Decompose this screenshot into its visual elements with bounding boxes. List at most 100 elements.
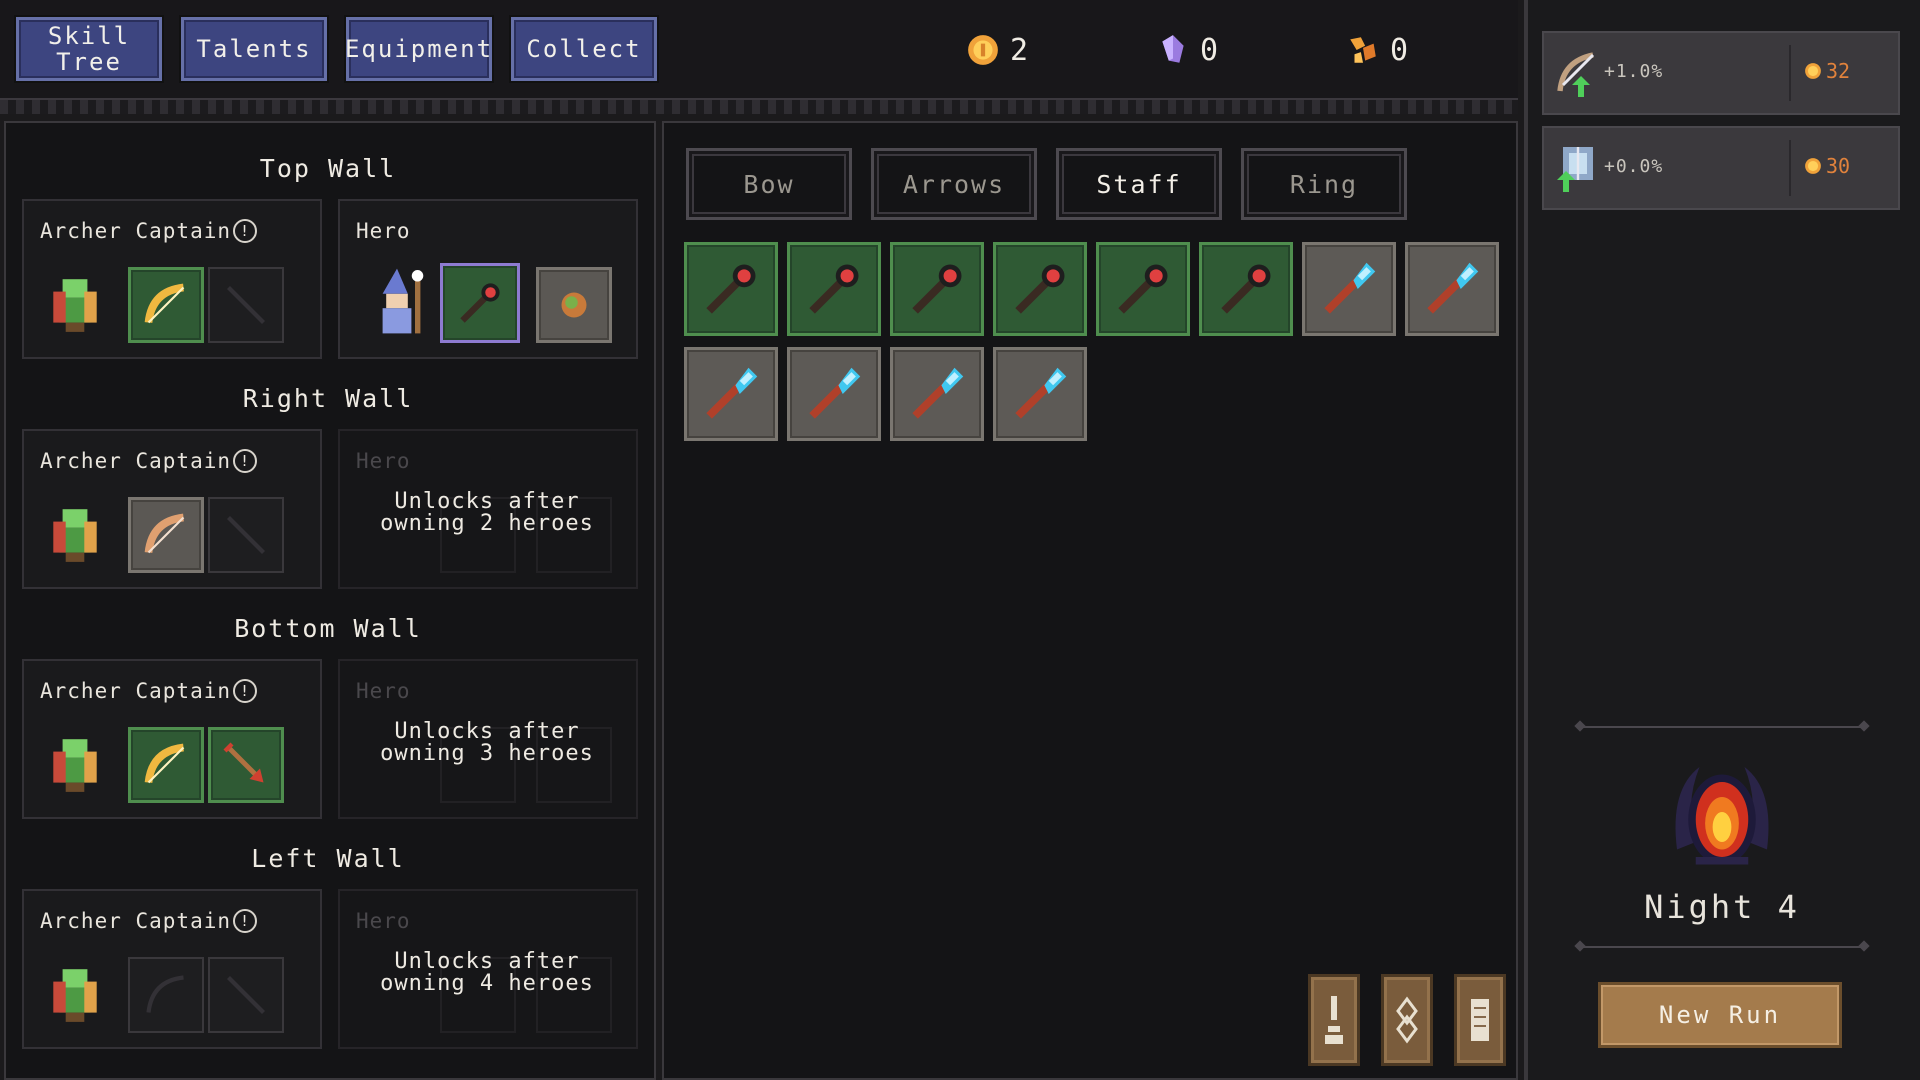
wall-title-top: Top Wall [259,154,397,183]
upgrade-defense-cost[interactable]: 30 [1804,154,1850,178]
upgrade-divider [1789,140,1791,196]
archer-captain-label: Archer Captain [40,449,232,473]
left-wall-bow-slot[interactable] [128,957,204,1033]
top-wall-hero-staff-slot[interactable] [440,263,520,343]
red-gem-staff-icon [1118,264,1168,314]
red-gem-staff-icon [460,283,500,323]
alert-tool-button[interactable] [1308,974,1360,1066]
hero-label: Hero [356,219,411,243]
wizard-hero-portrait[interactable] [368,265,426,337]
inventory-item[interactable] [1096,242,1190,336]
new-run-button[interactable]: New Run [1598,982,1842,1048]
category-tab-staff[interactable]: Staff [1056,148,1222,220]
archer-captain-label: Archer Captain [40,219,232,243]
golden-bow-icon [144,283,185,324]
upgrade-attack-cost-value: 32 [1826,59,1851,83]
ring-icon [561,292,587,318]
orange-shard-icon [1350,37,1376,63]
upgrade-divider [1789,45,1791,101]
new-run-label: New Run [1658,1001,1782,1029]
bottom-wall-bow-slot[interactable] [128,727,204,803]
wall-title-bottom: Bottom Wall [234,614,422,643]
info-icon[interactable]: ! [233,679,258,703]
bottom-wall-archer-box: Archer Captain! [22,659,322,819]
hero-label: Hero [356,909,411,933]
gold-coin-icon [1805,63,1821,79]
info-icon[interactable]: ! [233,909,258,933]
inventory-item[interactable] [787,347,881,441]
purple-crystal-icon [1162,35,1184,63]
category-tab-ring-label: Ring [1289,169,1359,199]
tab-talents[interactable]: Talents [181,17,327,81]
inventory-item[interactable] [1405,242,1499,336]
currency-gold-value: 2 [1010,32,1029,68]
diamond-tool-button[interactable] [1381,974,1433,1066]
red-arrow-icon [223,742,264,783]
category-tab-bow-label: Bow [743,169,795,199]
unlock-message: Unlocks after owning 2 heroes [380,489,594,536]
scroll-tool-button[interactable] [1454,974,1506,1066]
top-bar-border [0,98,1518,114]
inventory-item[interactable] [787,242,881,336]
info-icon[interactable]: ! [233,449,258,473]
upgrade-attack-cost[interactable]: 32 [1804,59,1850,83]
arrow-attack-upgrade-icon [1557,52,1595,97]
right-wall-arrow-slot[interactable] [208,497,284,573]
red-gem-staff-icon [809,264,859,314]
inventory-item[interactable] [684,347,778,441]
red-gem-staff-icon [912,264,962,314]
inventory-item[interactable] [890,347,984,441]
left-wall-arrow-slot[interactable] [208,957,284,1033]
blue-crystal-staff-icon [706,367,758,419]
archer-captain-portrait [53,969,97,1022]
unlock-message: Unlocks after owning 4 heroes [380,949,594,996]
arrow-placeholder-icon [227,286,265,324]
bow-placeholder-icon [146,975,184,1013]
gold-coin-icon [1805,158,1821,174]
golden-bow-icon [144,743,185,784]
upgrade-attack-percent: +1.0% [1604,61,1664,82]
currency-shard-value: 0 [1390,32,1409,68]
archer-captain-label: Archer Captain [40,909,232,933]
info-icon[interactable]: ! [233,219,258,243]
wall-title-left: Left Wall [251,844,405,873]
right-wall-archer-box: Archer Captain! [22,429,322,589]
inventory-item[interactable] [993,242,1087,336]
inventory-item[interactable] [993,347,1087,441]
inventory-item[interactable] [1302,242,1396,336]
category-tab-ring[interactable]: Ring [1241,148,1407,220]
right-wall-bow-slot[interactable] [128,497,204,573]
left-wall-archer-box: Archer Captain! [22,889,322,1049]
upgrade-row-attack[interactable]: +1.0% 32 [1542,31,1900,115]
tab-equipment[interactable]: Equipment [344,17,494,81]
currency-crystal-value: 0 [1200,32,1219,68]
arrow-placeholder-icon [227,516,265,554]
tab-collect[interactable]: Collect [511,17,657,81]
inventory-item[interactable] [890,242,984,336]
shield-defense-upgrade-icon [1557,147,1593,192]
red-gem-staff-icon [706,264,756,314]
top-wall-bow-slot[interactable] [128,267,204,343]
exclamation-icon [1325,996,1343,1044]
tab-skill-tree[interactable]: Skill Tree [16,17,162,81]
left-wall-hero-box-locked: Hero Unlocks after owning 4 heroes [338,889,638,1049]
archer-captain-label: Archer Captain [40,679,232,703]
hero-label: Hero [356,449,411,473]
category-tab-arrows[interactable]: Arrows [871,148,1037,220]
inventory-item[interactable] [684,242,778,336]
upgrade-row-defense[interactable]: +0.0% 30 [1542,126,1900,210]
blue-crystal-staff-icon [1015,367,1067,419]
inventory-item[interactable] [1199,242,1293,336]
scroll-icon [1471,999,1489,1041]
wooden-bow-icon [144,513,185,554]
tab-collect-label: Collect [526,35,642,63]
category-tab-bow[interactable]: Bow [686,148,852,220]
top-wall-arrow-slot[interactable] [208,267,284,343]
top-wall-hero-ring-slot[interactable] [536,267,612,343]
currency-gold: 2 [966,28,1028,72]
upgrade-defense-cost-value: 30 [1826,154,1851,178]
bottom-wall-arrow-slot[interactable] [208,727,284,803]
archer-captain-portrait [53,279,97,332]
tab-equipment-label: Equipment [344,35,494,63]
ornament-divider-top [1580,726,1864,728]
